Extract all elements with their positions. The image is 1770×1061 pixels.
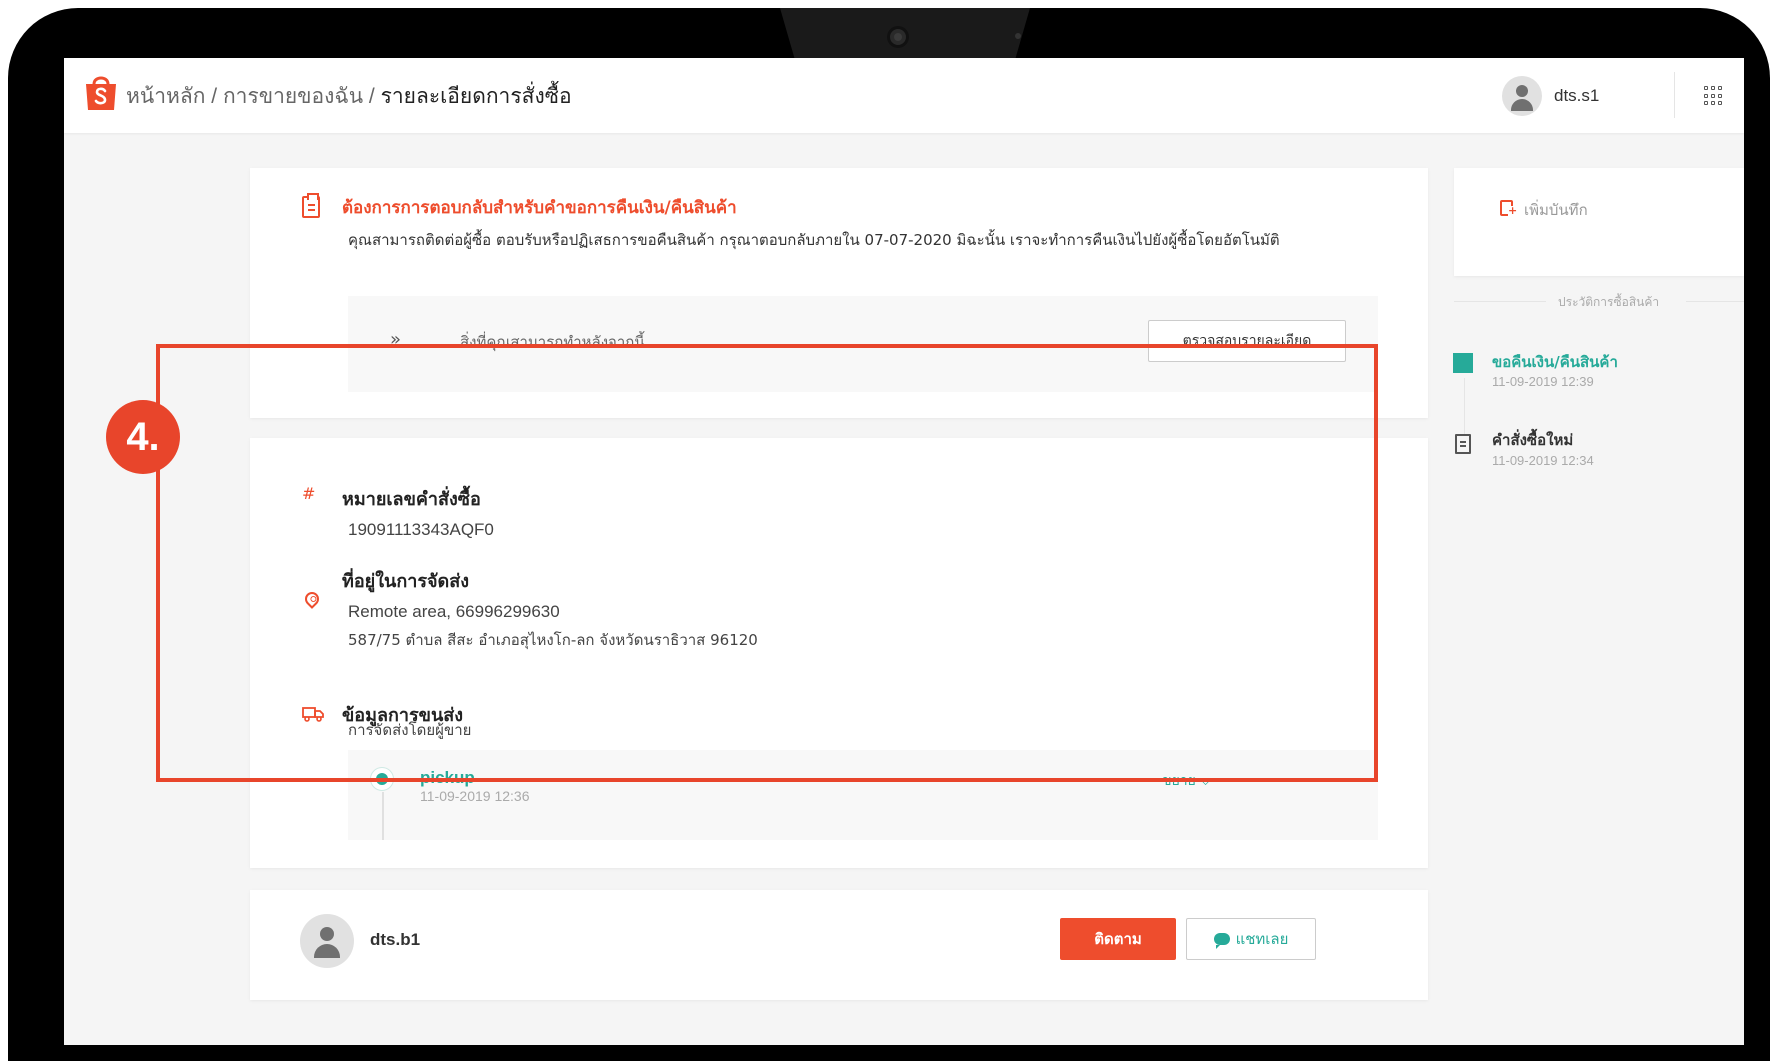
alert-title: ต้องการการตอบกลับสำหรับคำขอการคืนเงิน/คื…	[342, 198, 737, 218]
tracking-time: 11-09-2019 12:36	[420, 788, 530, 804]
history-event-time: 11-09-2019 12:34	[1492, 453, 1594, 468]
highlight-box	[156, 344, 1378, 782]
history-timeline-line	[1464, 378, 1465, 438]
clipboard-icon	[302, 193, 320, 218]
buyer-name[interactable]: dts.b1	[370, 930, 420, 950]
alert-description: คุณสามารถติดต่อผู้ซื้อ ตอบรับหรือปฏิเสธก…	[348, 231, 1280, 249]
timeline-line	[382, 792, 384, 840]
breadcrumb-separator: /	[205, 85, 223, 108]
laptop-frame: หน้าหลัก / การขายของฉัน / รายละเอียดการส…	[0, 0, 1770, 1061]
history-event-time: 11-09-2019 12:39	[1492, 374, 1594, 389]
avatar	[1502, 76, 1542, 116]
sensor-icon	[1015, 33, 1021, 39]
step-number-badge: 4.	[106, 400, 180, 474]
follow-button[interactable]: ติดตาม	[1060, 918, 1176, 960]
add-note-link[interactable]: เพิ่มบันทึก	[1524, 198, 1588, 222]
document-icon	[1455, 434, 1471, 454]
history-event-title: ขอคืนเงิน/คืนสินค้า	[1492, 353, 1618, 371]
breadcrumb-separator: /	[363, 85, 381, 108]
notes-card: เพิ่มบันทึก	[1454, 168, 1744, 276]
chat-bubble-icon	[1213, 933, 1230, 949]
apps-grid-icon[interactable]	[1704, 86, 1724, 106]
buyer-avatar[interactable]	[300, 914, 354, 968]
history-header: ประวัติการซื้อสินค้า	[1454, 290, 1744, 314]
history-title: ประวัติการซื้อสินค้า	[1558, 295, 1660, 309]
header-divider	[1674, 72, 1675, 118]
top-bar: หน้าหลัก / การขายของฉัน / รายละเอียดการส…	[64, 58, 1744, 133]
add-note-icon[interactable]	[1500, 200, 1518, 216]
breadcrumb: หน้าหลัก / การขายของฉัน / รายละเอียดการส…	[126, 80, 572, 113]
breadcrumb-home[interactable]: หน้าหลัก	[126, 85, 205, 108]
breadcrumb-current: รายละเอียดการสั่งซื้อ	[380, 85, 572, 108]
buyer-card: dts.b1 ติดตาม แชทเลย	[250, 890, 1428, 1000]
webcam-icon	[887, 26, 909, 48]
shopee-logo-icon[interactable]	[84, 74, 118, 112]
username: dts.s1	[1554, 86, 1600, 105]
return-event-icon	[1453, 353, 1473, 373]
history-event-title: คำสั่งซื้อใหม่	[1492, 431, 1574, 449]
breadcrumb-my-sales[interactable]: การขายของฉัน	[223, 85, 363, 108]
chat-button[interactable]: แชทเลย	[1186, 918, 1316, 960]
user-menu[interactable]: dts.s1	[1502, 76, 1599, 116]
chat-button-label: แชทเลย	[1235, 930, 1289, 948]
